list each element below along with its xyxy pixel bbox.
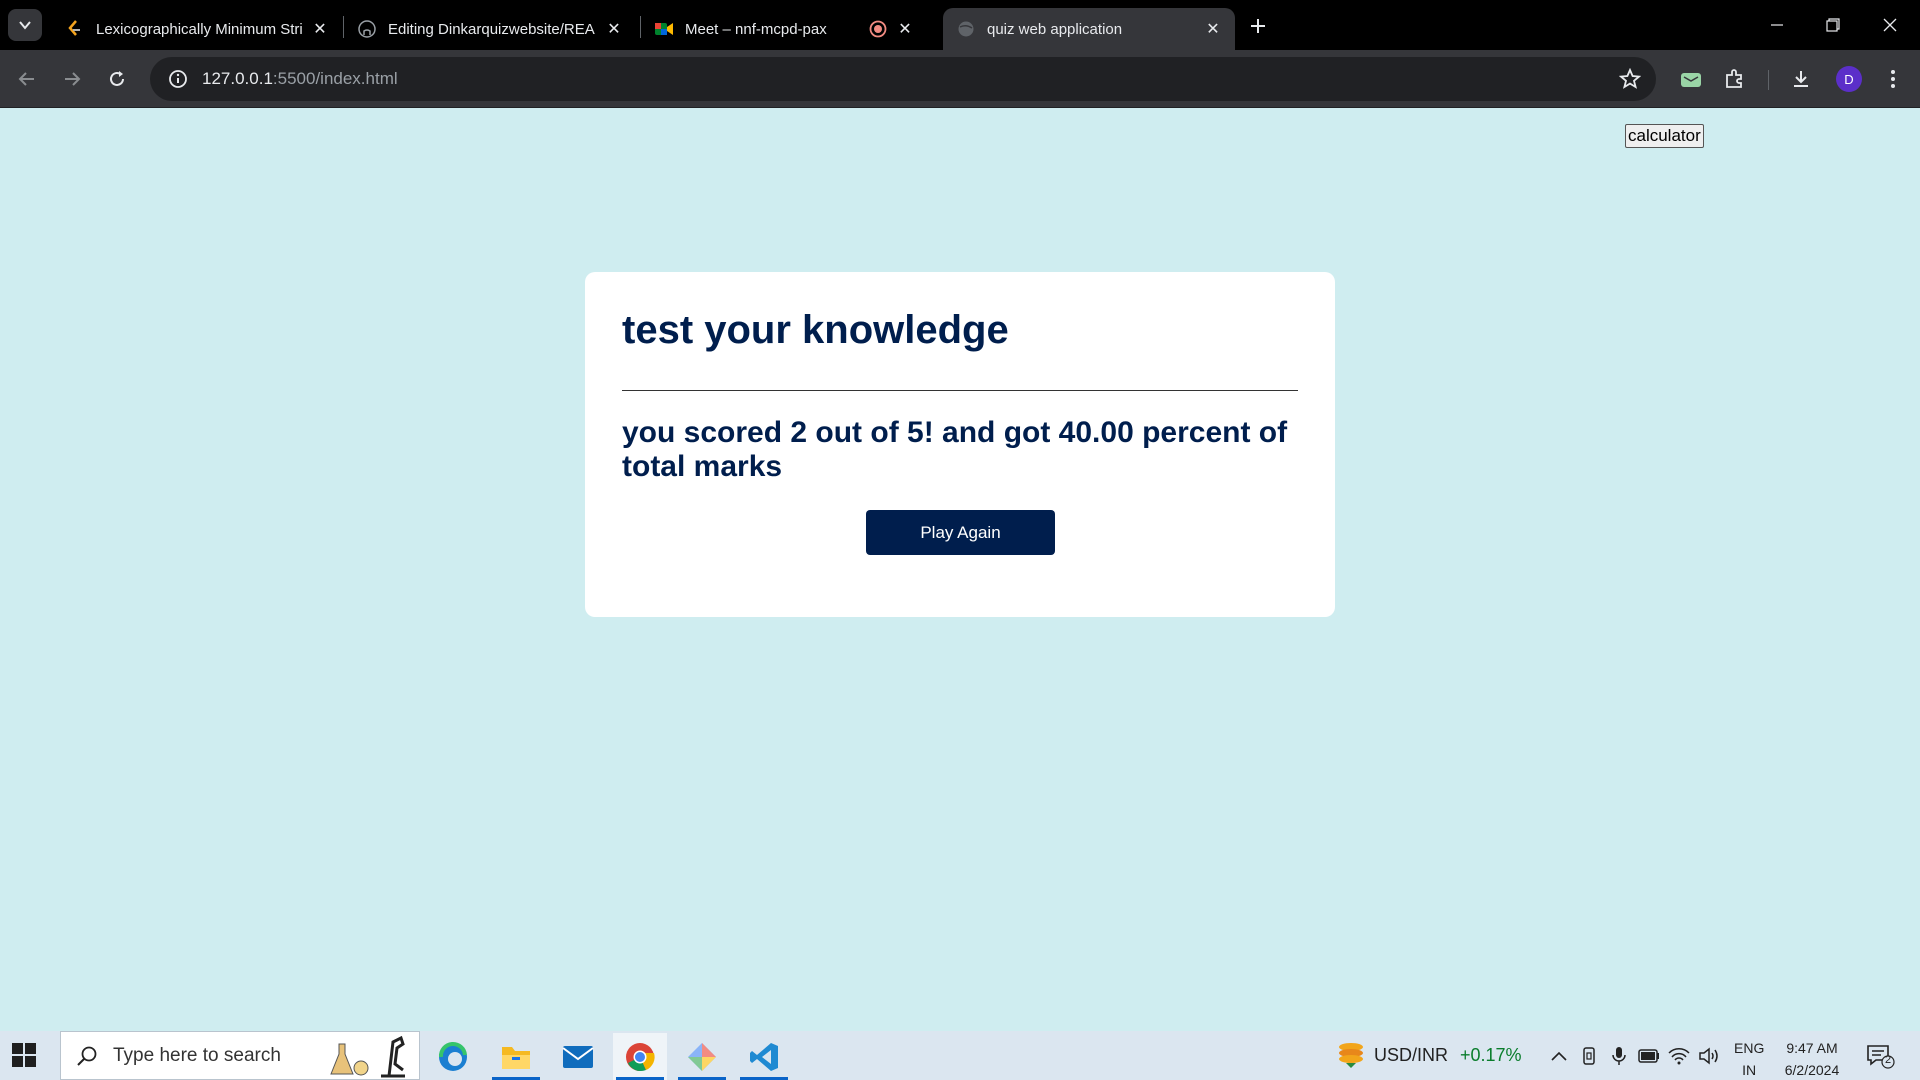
url-host: 127.0.0.1: [202, 69, 273, 88]
taskbar-vscode[interactable]: [737, 1033, 791, 1080]
github-icon: [358, 20, 376, 38]
start-button[interactable]: [12, 1043, 38, 1069]
close-icon[interactable]: ✕: [1203, 19, 1223, 39]
language-region: IN: [1742, 1062, 1757, 1078]
browser-menu-button[interactable]: [1876, 62, 1910, 96]
tab-lexicographic[interactable]: Lexicographically Minimum Stri ✕: [52, 8, 342, 50]
plus-icon: [1251, 19, 1265, 33]
new-tab-button[interactable]: [1244, 12, 1272, 40]
forward-button[interactable]: [55, 62, 89, 96]
wallet-extension-icon: [1681, 73, 1701, 87]
site-info-icon[interactable]: [156, 57, 200, 101]
ticker-symbol: USD/INR: [1374, 1044, 1449, 1065]
taskbar-file-explorer[interactable]: [489, 1033, 543, 1080]
chevron-up-icon: [1551, 1051, 1567, 1061]
restore-button[interactable]: [1810, 8, 1856, 42]
reload-button[interactable]: [100, 62, 134, 96]
play-again-button[interactable]: Play Again: [866, 510, 1055, 555]
search-icon: [75, 1044, 99, 1068]
tab-github-editing[interactable]: Editing Dinkarquizwebsite/REA ✕: [344, 8, 636, 50]
quiz-result: you scored 2 out of 5! and got 40.00 per…: [622, 416, 1288, 483]
volume-icon[interactable]: [1698, 1045, 1720, 1067]
tab-quiz-active[interactable]: quiz web application ✕: [943, 8, 1235, 50]
taskbar-chrome[interactable]: [613, 1033, 667, 1080]
wifi-icon[interactable]: [1668, 1045, 1690, 1067]
url-path: :5500/index.html: [272, 69, 398, 88]
globe-icon: [957, 20, 975, 38]
tab-title: quiz web application: [987, 20, 1123, 38]
minimize-button[interactable]: [1754, 8, 1800, 42]
back-button[interactable]: [10, 62, 44, 96]
vscode-icon: [750, 1042, 778, 1071]
reload-icon: [110, 71, 124, 86]
stock-ticker-widget[interactable]: USD/INR +0.17%: [1336, 1041, 1522, 1069]
tab-title: Lexicographically Minimum Stri: [96, 20, 303, 38]
toolbar-divider: [1768, 70, 1769, 90]
file-explorer-icon: [502, 1046, 530, 1069]
tray-device-icon[interactable]: [1578, 1045, 1600, 1067]
search-placeholder: Type here to search: [113, 1044, 281, 1066]
taskbar-clock[interactable]: 9:47 AM 6/2/2024: [1780, 1037, 1844, 1080]
mail-icon: [562, 1045, 594, 1068]
science-illustration-icon: [330, 1035, 405, 1078]
page-viewport: calculator test your knowledge you score…: [0, 109, 1920, 1031]
downloads-button[interactable]: [1784, 62, 1818, 96]
close-icon[interactable]: ✕: [604, 19, 624, 39]
download-icon: [1794, 71, 1808, 87]
close-icon[interactable]: ✕: [895, 19, 915, 39]
recording-icon: [869, 20, 887, 42]
taskbar-app[interactable]: [675, 1033, 729, 1080]
taskbar-mail[interactable]: [551, 1033, 605, 1080]
taskbar-search[interactable]: Type here to search: [60, 1031, 420, 1080]
clock-date: 6/2/2024: [1784, 1062, 1840, 1078]
browser-tab-strip: Lexicographically Minimum Stri ✕ Editing…: [0, 0, 1920, 50]
puzzle-icon: [1726, 69, 1742, 88]
close-icon[interactable]: ✕: [310, 19, 330, 39]
windows-logo-icon: [12, 1043, 36, 1067]
ticker-change: +0.17%: [1460, 1044, 1522, 1065]
tab-title: Editing Dinkarquizwebsite/REA: [388, 20, 595, 38]
chrome-icon: [626, 1042, 655, 1071]
tab-search-button[interactable]: [8, 9, 42, 41]
language-code: ENG: [1734, 1040, 1765, 1056]
show-hidden-icons-button[interactable]: [1548, 1045, 1570, 1067]
extensions-menu-button[interactable]: [1718, 62, 1752, 96]
quiz-divider: [622, 390, 1298, 391]
extension-button[interactable]: [1674, 62, 1708, 96]
windows-taskbar: Type here to search USD/INR +0.17% ENG I…: [0, 1031, 1920, 1080]
input-language-indicator[interactable]: ENG IN: [1734, 1037, 1764, 1080]
app-icon: [688, 1042, 716, 1071]
address-bar[interactable]: 127.0.0.1:5500/index.html: [150, 57, 1656, 101]
tab-meet[interactable]: Meet – nnf-mcpd-pax ✕: [641, 8, 927, 50]
bookmark-star-icon[interactable]: [1618, 67, 1642, 91]
calculator-button[interactable]: calculator: [1625, 124, 1704, 148]
leetcode-icon: [66, 20, 84, 38]
profile-avatar[interactable]: D: [1836, 66, 1862, 92]
window-close-button[interactable]: [1867, 8, 1913, 42]
clock-time: 9:47 AM: [1786, 1040, 1838, 1056]
arrow-right-icon: [65, 72, 81, 86]
taskbar-edge[interactable]: [426, 1033, 480, 1080]
restore-icon: [1826, 18, 1840, 32]
quiz-heading: test your knowledge: [622, 308, 1009, 352]
url-text: 127.0.0.1:5500/index.html: [202, 69, 398, 89]
google-meet-icon: [655, 20, 673, 38]
kebab-menu-icon: [1891, 70, 1895, 88]
notification-count: 2: [1884, 1054, 1892, 1066]
tab-title: Meet – nnf-mcpd-pax: [685, 20, 827, 38]
close-icon: [1883, 18, 1897, 32]
coins-icon: [1339, 1043, 1363, 1068]
chevron-down-icon: [19, 21, 31, 30]
edge-icon: [438, 1041, 467, 1071]
notification-center-button[interactable]: 2: [1866, 1043, 1896, 1069]
microphone-icon[interactable]: [1608, 1045, 1630, 1067]
arrow-left-icon: [18, 72, 34, 86]
quiz-card: test your knowledge you scored 2 out of …: [585, 272, 1335, 617]
browser-toolbar: 127.0.0.1:5500/index.html D: [0, 50, 1920, 108]
minimize-icon: [1771, 24, 1783, 26]
battery-icon[interactable]: [1638, 1045, 1660, 1067]
